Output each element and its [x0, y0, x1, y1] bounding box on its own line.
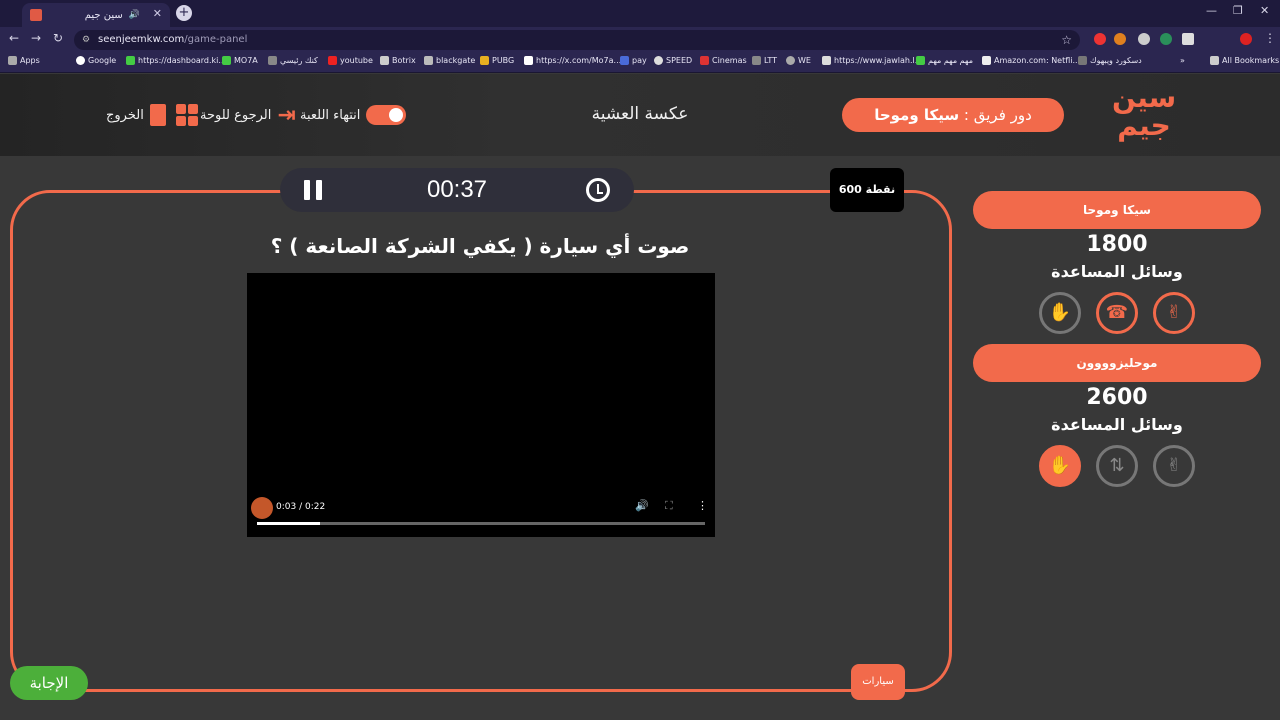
points-badge: 600 نقطة — [830, 168, 904, 212]
reload-icon[interactable]: ↻ — [53, 31, 63, 45]
team-2-score: 2600 — [1086, 385, 1148, 410]
board-grid-icon[interactable] — [176, 102, 198, 128]
timer-value: 00:37 — [426, 176, 488, 203]
extension-icon[interactable] — [1240, 33, 1252, 45]
tab-close-icon[interactable]: ✕ — [153, 7, 162, 20]
bookmark-item[interactable]: youtube — [328, 56, 373, 65]
bookmark-item[interactable]: PUBG — [480, 56, 514, 65]
bookmark-star-icon[interactable]: ☆ — [1061, 30, 1072, 50]
category-title: عكسة العشية — [591, 104, 689, 124]
video-progress-bar[interactable] — [257, 522, 705, 525]
extension-icon[interactable] — [1138, 33, 1150, 45]
bookmark-item[interactable]: pay — [620, 56, 647, 65]
bookmark-item[interactable]: https://x.com/Mo7a... — [524, 56, 621, 65]
bookmark-item[interactable]: كنك رئيسي — [268, 56, 318, 65]
bookmark-item[interactable]: LTT — [752, 56, 777, 65]
team-1-score: 1800 — [1086, 232, 1148, 257]
site-info-icon[interactable]: ⚙ — [82, 30, 90, 50]
back-to-board-label: الرجوع للوحة — [200, 107, 272, 123]
menu-icon[interactable]: ⋮ — [1264, 31, 1276, 45]
extension-icon[interactable] — [1160, 33, 1172, 45]
toggle-icon[interactable] — [366, 105, 407, 125]
exit-door-icon — [149, 104, 166, 126]
phone-icon[interactable]: ☎ — [1096, 292, 1138, 334]
browser-titlebar: سين جيم 🔊 ✕ + — ❐ ✕ — [0, 0, 1280, 27]
arrow-right-icon: ⇥ — [277, 102, 296, 128]
bookmark-item[interactable]: https://www.jawlah.l... — [822, 56, 922, 65]
turn-indicator: دور فريق : سيكا وموحا — [842, 98, 1064, 132]
bookmark-item[interactable]: دسكورد ويبهوك — [1078, 56, 1142, 65]
video-progress-fill — [257, 522, 320, 525]
video-menu-icon[interactable]: ⋮ — [697, 499, 708, 512]
category-tag: سيارات — [851, 664, 905, 700]
two-fingers-icon[interactable]: ✌ — [1153, 292, 1195, 334]
exit-button[interactable]: الخروج — [106, 102, 166, 128]
close-window-icon[interactable]: ✕ — [1260, 4, 1269, 17]
maximize-icon[interactable]: ❐ — [1233, 4, 1243, 17]
fullscreen-icon[interactable]: ⛶ — [665, 499, 673, 513]
new-tab-button[interactable]: + — [176, 5, 192, 21]
bookmark-item[interactable]: Botrix — [380, 56, 416, 65]
url-path: /game-panel — [184, 34, 248, 45]
hand-icon[interactable]: ✋ — [1039, 445, 1081, 487]
forward-icon[interactable]: → — [31, 31, 41, 45]
bookmark-item[interactable]: Cinemas — [700, 56, 747, 65]
bookmark-item[interactable]: https://dashboard.ki... — [126, 56, 226, 65]
bookmark-item[interactable]: SPEED — [654, 56, 692, 65]
all-bookmarks[interactable]: All Bookmarks — [1210, 56, 1279, 65]
minimize-icon[interactable]: — — [1206, 4, 1217, 17]
answer-button[interactable]: الإجابة — [10, 666, 88, 700]
reset-timer-icon[interactable] — [586, 178, 610, 202]
team-2-name: موحليزوووون — [973, 344, 1261, 382]
volume-icon[interactable]: 🔊 — [635, 499, 649, 512]
exit-label: الخروج — [106, 107, 144, 123]
video-player[interactable]: 0:03 / 0:22 🔊 ⛶ ⋮ — [247, 273, 715, 537]
browser-tab[interactable]: سين جيم 🔊 ✕ — [22, 3, 170, 27]
bookmark-item[interactable]: blackgate — [424, 56, 475, 65]
bookmark-apps[interactable]: Apps — [8, 56, 40, 65]
address-bar[interactable]: ⚙ seenjeemkw.com/game-panel ☆ — [74, 30, 1080, 50]
bookmark-item[interactable]: مهم مهم مهم — [916, 56, 973, 65]
turn-team: سيكا وموحا — [874, 106, 960, 124]
end-game-button[interactable]: انتهاء اللعبة — [300, 102, 407, 128]
bookmarks-overflow-icon[interactable]: » — [1180, 56, 1185, 65]
video-time: 0:03 / 0:22 — [276, 502, 326, 512]
bookmark-item[interactable]: WE — [786, 56, 811, 65]
tab-title: سين جيم — [84, 9, 123, 21]
site-favicon-icon — [30, 9, 42, 21]
extension-icon[interactable] — [1094, 33, 1106, 45]
team-1-name: سيكا وموحا — [973, 191, 1261, 229]
team-2-aids-label: وسائل المساعدة — [1051, 415, 1183, 434]
hand-icon[interactable]: ✋ — [1039, 292, 1081, 334]
video-thumbnail-icon — [251, 497, 273, 519]
extension-icon[interactable] — [1114, 33, 1126, 45]
speaker-icon: 🔊 — [128, 10, 140, 20]
bookmark-item[interactable]: MO7A — [222, 56, 258, 65]
extensions-puzzle-icon[interactable] — [1182, 33, 1194, 45]
bookmark-item[interactable]: Google — [76, 56, 116, 65]
timer-bar: 00:37 — [280, 168, 634, 212]
two-fingers-icon[interactable]: ✌ — [1153, 445, 1195, 487]
bookmark-item[interactable]: Amazon.com: Netfli... — [982, 56, 1080, 65]
question-text: صوت أي سيارة ( يكفي الشركة الصانعة ) ؟ — [270, 234, 690, 258]
turn-label: دور فريق : — [963, 106, 1032, 124]
back-to-board-button[interactable]: الرجوع للوحة ⇥ — [200, 102, 296, 128]
team-1-aids-label: وسائل المساعدة — [1051, 262, 1183, 281]
back-icon[interactable]: ← — [9, 31, 19, 45]
game-logo: سين جيم — [1112, 81, 1177, 142]
swap-icon[interactable]: ⇅ — [1096, 445, 1138, 487]
end-game-label: انتهاء اللعبة — [300, 107, 361, 123]
url-host: seenjeemkw.com — [98, 34, 185, 45]
